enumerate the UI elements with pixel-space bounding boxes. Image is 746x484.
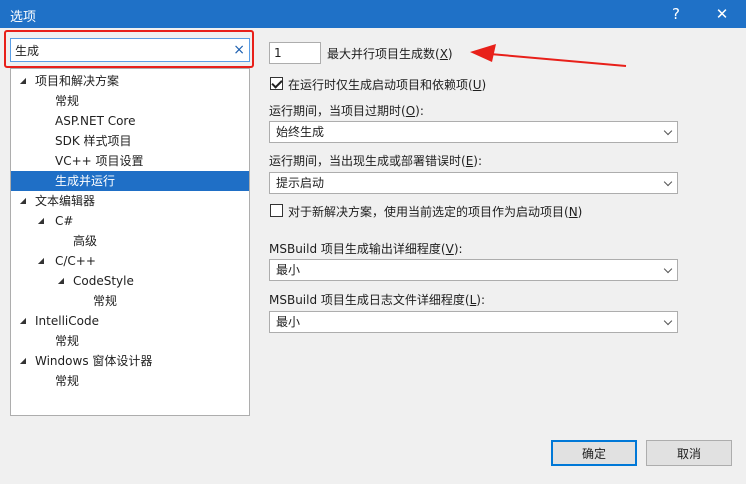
tree-item-label: CodeStyle [73,274,134,288]
parallel-builds-label: 最大并行项目生成数(X) [327,45,453,62]
only-startup-label: 在运行时仅生成启动项目和依赖项(U) [288,76,486,93]
chevron-down-icon [663,316,673,326]
label-text: MSBuild 项目生成输出详细程度( [269,242,446,256]
access-key: N [568,205,578,219]
label-text: 对于新解决方案，使用当前选定的项目作为启动项目( [288,205,569,219]
label-text: 运行期间，当项目过期时( [269,104,406,118]
outdated-label: 运行期间，当项目过期时(O): [269,102,424,119]
tree-item-winforms-general[interactable]: 常规 [11,371,249,391]
expand-arrow-icon[interactable]: ◢ [17,311,29,331]
tree-item-label: 文本编辑器 [35,194,96,208]
log-verbosity-select[interactable]: 最小 [269,311,678,333]
tree-item-label: ASP.NET Core [55,114,136,128]
tree-item-cpp[interactable]: ◢ C/C++ [11,251,249,271]
cancel-button[interactable]: 取消 [646,440,732,466]
tree-item-general[interactable]: 常规 [11,91,249,111]
options-tree[interactable]: ◢ 项目和解决方案 常规 ASP.NET Core SDK 样式项目 VC++ … [10,68,250,416]
chevron-down-icon [663,126,673,136]
tree-item-label: VC++ 项目设置 [55,154,144,168]
tree-item-build-and-run[interactable]: 生成并运行 [11,171,249,191]
tree-item-intellicode-general[interactable]: 常规 [11,331,249,351]
parallel-builds-input[interactable]: 1 [269,42,321,64]
access-key: V [445,242,454,256]
label-text: 最大并行项目生成数( [327,47,440,61]
label-text: ): [415,104,424,118]
tree-item-intellicode[interactable]: ◢ IntelliCode [11,311,249,331]
outdated-select[interactable]: 始终生成 [269,121,678,143]
tree-item-label: 项目和解决方案 [35,74,120,88]
tree-item-label: 常规 [93,294,118,308]
output-verbosity-select[interactable]: 最小 [269,259,678,281]
access-key: O [405,104,416,118]
tree-item-sdk-projects[interactable]: SDK 样式项目 [11,131,249,151]
tree-item-advanced[interactable]: 高级 [11,231,249,251]
expand-arrow-icon[interactable]: ◢ [17,71,29,91]
tree-item-codestyle-general[interactable]: 常规 [11,291,249,311]
tree-item-vcpp-settings[interactable]: VC++ 项目设置 [11,151,249,171]
new-solution-checkbox[interactable] [270,204,283,217]
tree-item-winforms-designer[interactable]: ◢ Windows 窗体设计器 [11,351,249,371]
errors-label: 运行期间，当出现生成或部署错误时(E): [269,152,482,169]
expand-arrow-icon[interactable]: ◢ [17,351,29,371]
label-text: ) [447,47,453,61]
expand-arrow-icon[interactable]: ◢ [35,211,47,231]
select-value: 提示启动 [276,176,325,190]
tree-item-csharp[interactable]: ◢ C# [11,211,249,231]
tree-item-label: 常规 [55,374,80,388]
errors-select[interactable]: 提示启动 [269,172,678,194]
label-text: ): [473,154,483,168]
expand-arrow-icon[interactable]: ◢ [17,191,29,211]
tree-item-label: 生成并运行 [55,174,116,188]
close-button[interactable]: ✕ [702,0,742,28]
window-title: 选项 [10,10,37,25]
label-text: 运行期间，当出现生成或部署错误时( [269,154,466,168]
label-text: MSBuild 项目生成日志文件详细程度( [269,293,470,307]
title-bar: 选项 ? ✕ [0,0,746,28]
only-startup-checkbox[interactable] [270,77,283,90]
chevron-down-icon [663,177,673,187]
chevron-down-icon [663,264,673,274]
label-text: ) [481,78,487,92]
red-arrow-annotation [470,44,627,67]
tree-item-label: C# [55,214,74,228]
tree-item-label: IntelliCode [35,314,99,328]
expand-arrow-icon[interactable]: ◢ [55,271,67,291]
select-value: 始终生成 [276,125,325,139]
select-value: 最小 [276,315,301,329]
search-box[interactable]: × [10,38,250,62]
label-text: 在运行时仅生成启动项目和依赖项( [288,78,473,92]
label-text: ): [476,293,486,307]
tree-item-label: C/C++ [55,254,96,268]
clear-search-icon[interactable]: × [233,41,245,59]
help-button[interactable]: ? [656,0,696,28]
expand-arrow-icon[interactable]: ◢ [35,251,47,271]
select-value: 最小 [276,263,301,277]
access-key: X [439,47,448,61]
tree-item-label: 常规 [55,94,80,108]
tree-item-aspnet-core[interactable]: ASP.NET Core [11,111,249,131]
ok-button[interactable]: 确定 [551,440,637,466]
label-text: ) [577,205,583,219]
output-verbosity-label: MSBuild 项目生成输出详细程度(V): [269,240,463,257]
search-input[interactable] [11,39,229,61]
tree-item-label: SDK 样式项目 [55,134,132,148]
tree-item-label: 高级 [73,234,98,248]
new-solution-label: 对于新解决方案，使用当前选定的项目作为启动项目(N) [288,203,582,220]
tree-item-label: 常规 [55,334,80,348]
log-verbosity-label: MSBuild 项目生成日志文件详细程度(L): [269,291,485,308]
tree-item-label: Windows 窗体设计器 [35,354,153,368]
tree-item-projects-solutions[interactable]: ◢ 项目和解决方案 [11,71,249,91]
tree-item-text-editor[interactable]: ◢ 文本编辑器 [11,191,249,211]
tree-item-codestyle[interactable]: ◢ CodeStyle [11,271,249,291]
label-text: ): [453,242,463,256]
